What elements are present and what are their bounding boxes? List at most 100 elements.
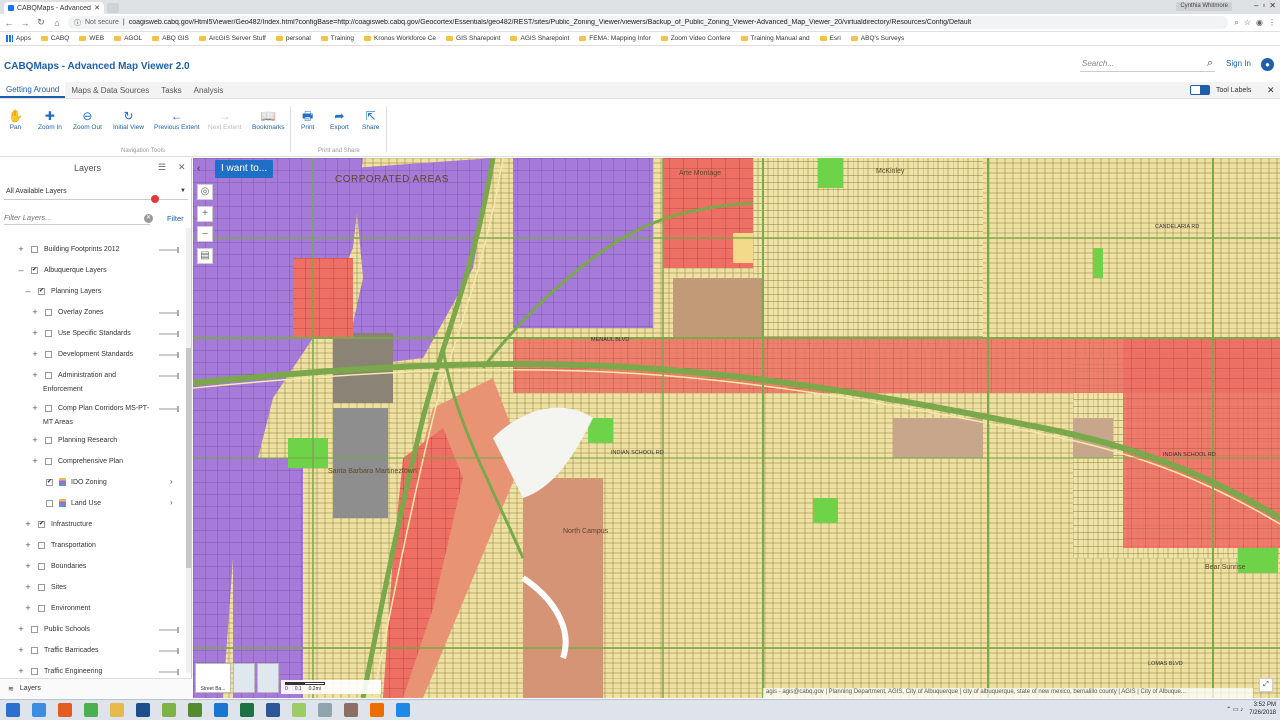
bookmark-item[interactable]: ABQ GIS xyxy=(152,35,189,42)
filter-button[interactable]: Filter xyxy=(167,214,184,223)
pan-button[interactable]: ✋ Pan xyxy=(8,108,23,131)
layer-checkbox[interactable] xyxy=(45,308,52,316)
scrollbar-thumb[interactable] xyxy=(186,348,191,568)
layer-checkbox[interactable] xyxy=(38,583,45,591)
search-icon[interactable]: ⌕ xyxy=(1207,57,1213,70)
word-icon[interactable] xyxy=(266,703,280,717)
close-tab-icon[interactable]: ✕ xyxy=(94,4,100,12)
layer-row[interactable]: + Planning Research xyxy=(31,433,117,447)
fullscreen-icon[interactable]: ⤢ xyxy=(1259,678,1273,692)
expand-icon[interactable]: + xyxy=(24,582,32,592)
opacity-slider[interactable] xyxy=(159,669,179,675)
explorer-icon[interactable] xyxy=(110,703,124,717)
bookmark-item[interactable]: Kronos Workforce Ce xyxy=(364,35,436,42)
bookmark-item[interactable]: personal xyxy=(275,35,311,42)
filter-layers-input[interactable] xyxy=(4,211,150,225)
layer-row[interactable]: + Overlay Zones xyxy=(31,305,103,319)
bookmark-star-icon[interactable]: ☆ xyxy=(1244,18,1251,28)
layer-checkbox[interactable] xyxy=(31,667,38,675)
bookmark-item[interactable]: WEB xyxy=(79,35,104,42)
expand-icon[interactable]: + xyxy=(31,403,39,413)
expand-icon[interactable]: + xyxy=(17,624,25,634)
expand-icon[interactable]: + xyxy=(31,435,39,445)
chevron-right-icon[interactable]: › xyxy=(170,477,173,486)
opacity-slider[interactable] xyxy=(159,310,179,316)
firefox-icon[interactable] xyxy=(58,703,72,717)
bookmark-item[interactable]: AGOL xyxy=(114,35,142,42)
layer-checkbox[interactable]: ✔ xyxy=(31,266,38,274)
i-want-to-button[interactable]: I want to... xyxy=(215,160,274,178)
bookmark-item[interactable]: Training Manual and xyxy=(740,35,810,42)
layer-row[interactable]: + Traffic Barricades xyxy=(17,643,98,657)
layer-set-select[interactable]: All Available Layers ▼ xyxy=(4,186,188,200)
collapse-icon[interactable]: – xyxy=(24,286,32,296)
url-field[interactable]: ⓘ Not secure | coagisweb.cabq.gov/Html5V… xyxy=(68,16,1229,29)
layer-row[interactable]: + Development Standards xyxy=(31,347,133,361)
close-window-icon[interactable]: ✕ xyxy=(1269,1,1276,10)
excel-icon[interactable] xyxy=(240,703,254,717)
app-icon[interactable] xyxy=(162,703,176,717)
app-icon[interactable] xyxy=(292,703,306,717)
layers-scrollbar[interactable] xyxy=(186,228,191,673)
layer-checkbox[interactable] xyxy=(38,541,45,549)
collapse-panel-icon[interactable]: ‹ xyxy=(197,163,200,174)
user-icon[interactable]: ● xyxy=(1261,58,1274,71)
browser-tab[interactable]: CABQMaps - Advanced ✕ xyxy=(4,2,104,14)
tab-tasks[interactable]: Tasks xyxy=(155,82,187,98)
layer-row[interactable]: – ✔ Albuquerque Layers xyxy=(17,263,106,277)
info-icon[interactable]: ⓘ xyxy=(74,18,81,28)
layer-row[interactable]: + Public Schools xyxy=(17,622,90,636)
bookmark-item[interactable]: AGIS Sharepoint xyxy=(510,35,569,42)
layer-row[interactable]: + Boundaries xyxy=(24,559,86,573)
layer-checkbox[interactable] xyxy=(31,245,38,253)
sign-in-link[interactable]: Sign In xyxy=(1226,59,1251,68)
previous-extent-button[interactable]: ← Previous Extent xyxy=(154,108,200,131)
app-icon[interactable] xyxy=(136,703,150,717)
bookmark-item[interactable]: CABQ xyxy=(40,35,69,42)
layer-checkbox[interactable] xyxy=(31,646,38,654)
expand-icon[interactable]: + xyxy=(24,603,32,613)
layer-row[interactable]: + Administration and xyxy=(31,368,116,382)
minimize-icon[interactable]: – xyxy=(1254,1,1258,10)
expand-icon[interactable]: + xyxy=(31,349,39,359)
expand-icon[interactable]: + xyxy=(31,307,39,317)
layer-checkbox[interactable]: ✔ xyxy=(38,520,45,528)
basemap-imagery[interactable] xyxy=(233,663,255,693)
bookmark-item[interactable]: GIS Sharepoint xyxy=(446,35,500,42)
layer-checkbox[interactable] xyxy=(45,350,52,358)
expand-icon[interactable]: + xyxy=(24,540,32,550)
app-search[interactable]: Search... ⌕ xyxy=(1080,56,1215,72)
expand-icon[interactable]: + xyxy=(24,561,32,571)
start-icon[interactable] xyxy=(6,703,20,717)
zoom-out-button[interactable]: ⊖ Zoom Out xyxy=(73,108,102,131)
expand-icon[interactable]: + xyxy=(17,666,25,676)
panel-menu-icon[interactable]: ☰ xyxy=(158,162,166,173)
layer-row[interactable]: ✔ IDO Zoning xyxy=(46,475,107,489)
layer-row[interactable]: + Building Footprints 2012 xyxy=(17,242,119,256)
expand-icon[interactable]: + xyxy=(17,645,25,655)
new-tab-button[interactable] xyxy=(107,3,119,13)
zoom-in-button[interactable]: ✚ Zoom In xyxy=(38,108,62,131)
layer-checkbox[interactable] xyxy=(45,404,52,412)
map-view[interactable]: ‹ I want to... ◎ + – ▤ CORPORATED AREAS … xyxy=(193,158,1280,698)
expand-icon[interactable]: + xyxy=(31,370,39,380)
layer-row[interactable]: – ✔ Planning Layers xyxy=(24,284,101,298)
clear-filter-icon[interactable]: ✕ xyxy=(144,213,153,223)
layer-row[interactable]: Land Use xyxy=(46,496,101,510)
map-book-icon[interactable]: ▤ xyxy=(197,248,213,264)
expand-icon[interactable]: + xyxy=(17,244,25,254)
extension-icon[interactable]: ◉ xyxy=(1256,18,1263,28)
layer-checkbox[interactable] xyxy=(38,562,45,570)
clock[interactable]: 3:52 PM 7/26/2018 xyxy=(1249,701,1276,717)
layer-row[interactable]: + Comp Plan Corridors MS-PT- xyxy=(31,401,149,415)
tab-getting-around[interactable]: Getting Around xyxy=(0,82,66,98)
vscode-icon[interactable] xyxy=(214,703,228,717)
bookmark-item[interactable]: Esri xyxy=(819,35,841,42)
locate-icon[interactable]: ◎ xyxy=(197,184,213,200)
maximize-icon[interactable]: ▫ xyxy=(1262,1,1265,10)
chevron-right-icon[interactable]: › xyxy=(170,498,173,507)
layer-checkbox[interactable] xyxy=(38,604,45,612)
layers-panel-footer[interactable]: ≋ Layers xyxy=(0,678,192,698)
tab-maps-data-sources[interactable]: Maps & Data Sources xyxy=(65,82,155,98)
home-icon[interactable]: ⌂ xyxy=(52,18,62,28)
